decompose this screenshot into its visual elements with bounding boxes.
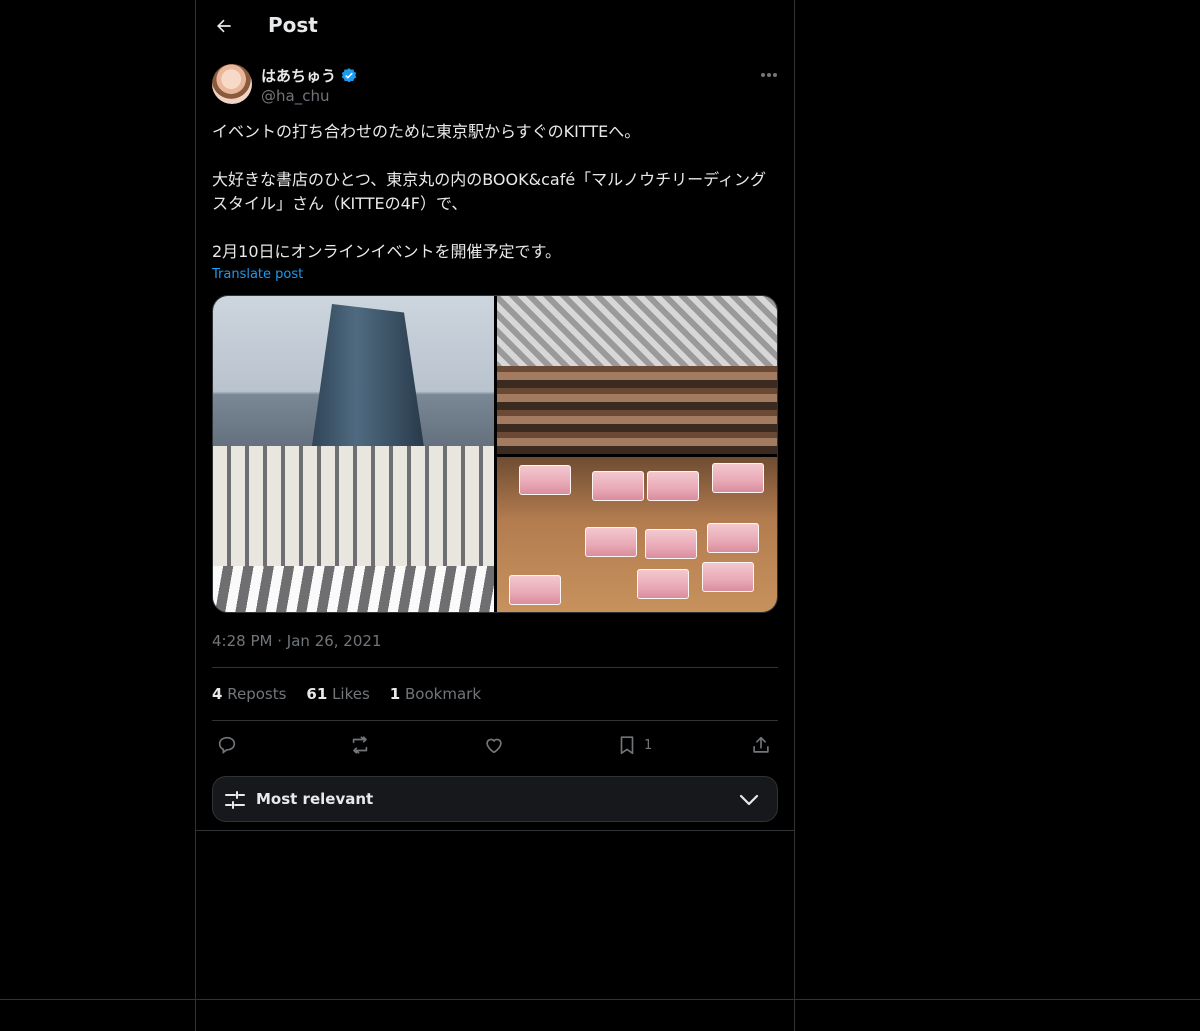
more-options-button[interactable] <box>756 64 782 86</box>
photo-floors-shape <box>497 366 777 454</box>
repost-button[interactable] <box>349 733 371 757</box>
main-column: Post はあちゅう @ha_chu イベントの打ち合わせのために東京駅からすぐ… <box>195 0 795 1031</box>
avatar[interactable] <box>212 64 252 104</box>
photo-book-shape <box>637 569 689 599</box>
like-button[interactable] <box>483 733 505 757</box>
author-name-row[interactable]: はあちゅう <box>261 65 358 86</box>
photo-atrium[interactable] <box>497 296 777 454</box>
reply-sort-dropdown[interactable]: Most relevant <box>212 776 778 822</box>
back-button[interactable] <box>208 10 240 42</box>
bookmark-icon <box>620 736 634 755</box>
photo-crosswalk-shape <box>213 566 494 612</box>
reply-icon <box>218 736 236 754</box>
post-date[interactable]: Jan 26, 2021 <box>287 632 382 650</box>
post-timestamp[interactable]: 4:28 PM · Jan 26, 2021 <box>212 632 381 650</box>
photo-book-shape <box>702 562 754 592</box>
photo-book-shape <box>647 471 699 501</box>
bookmarks-count: 1 <box>389 685 401 703</box>
share-button[interactable] <box>750 733 772 757</box>
bookmark-button[interactable]: 1 <box>616 733 652 757</box>
photo-books-display[interactable] <box>497 457 777 612</box>
photo-book-shape <box>509 575 561 605</box>
reposts-stat[interactable]: 4 Reposts <box>212 685 286 703</box>
chevron-down-icon <box>739 794 759 806</box>
bookmarks-stat[interactable]: 1 Bookmark <box>390 685 481 703</box>
likes-label: Likes <box>332 685 370 703</box>
reposts-label: Reposts <box>227 685 287 703</box>
back-arrow-icon <box>217 19 231 33</box>
share-icon <box>753 736 769 753</box>
repost-icon <box>352 736 368 754</box>
divider <box>212 667 778 668</box>
author-handle[interactable]: @ha_chu <box>261 87 329 105</box>
divider <box>212 720 778 721</box>
timestamp-separator: · <box>277 632 283 650</box>
photo-kitte-building[interactable] <box>213 296 494 612</box>
page-header: Post <box>196 0 794 53</box>
translate-post-link[interactable]: Translate post <box>212 267 303 282</box>
photo-book-shape <box>585 527 637 557</box>
likes-count: 61 <box>306 685 328 703</box>
sliders-icon <box>225 791 245 809</box>
post-actions: 1 <box>212 733 778 757</box>
photo-book-shape <box>592 471 644 501</box>
bottom-divider <box>0 999 1200 1000</box>
photo-book-shape <box>519 465 571 495</box>
bookmark-count: 1 <box>644 737 653 753</box>
likes-stat[interactable]: 61 Likes <box>306 685 369 703</box>
photo-book-shape <box>712 463 764 493</box>
like-icon <box>486 738 502 754</box>
page-title: Post <box>268 13 318 37</box>
verified-badge-icon <box>341 67 357 82</box>
photo-building-shape <box>213 446 494 566</box>
post-time[interactable]: 4:28 PM <box>212 632 272 650</box>
author-display-name[interactable]: はあちゅう <box>261 65 336 86</box>
post-stats: 4 Reposts 61 Likes 1 Bookmark <box>212 685 481 703</box>
photo-book-shape <box>707 523 759 553</box>
post-media-grid <box>212 295 778 613</box>
sort-selected-label: Most relevant <box>256 790 374 808</box>
post-text: イベントの打ち合わせのために東京駅からすぐのKITTEへ。 大好きな書店のひとつ… <box>212 122 767 261</box>
reposts-count: 4 <box>212 685 223 703</box>
thread-divider <box>196 830 794 831</box>
bookmarks-label: Bookmark <box>405 685 482 703</box>
photo-book-shape <box>645 529 697 559</box>
more-icon <box>761 73 777 77</box>
reply-button[interactable] <box>216 733 238 757</box>
